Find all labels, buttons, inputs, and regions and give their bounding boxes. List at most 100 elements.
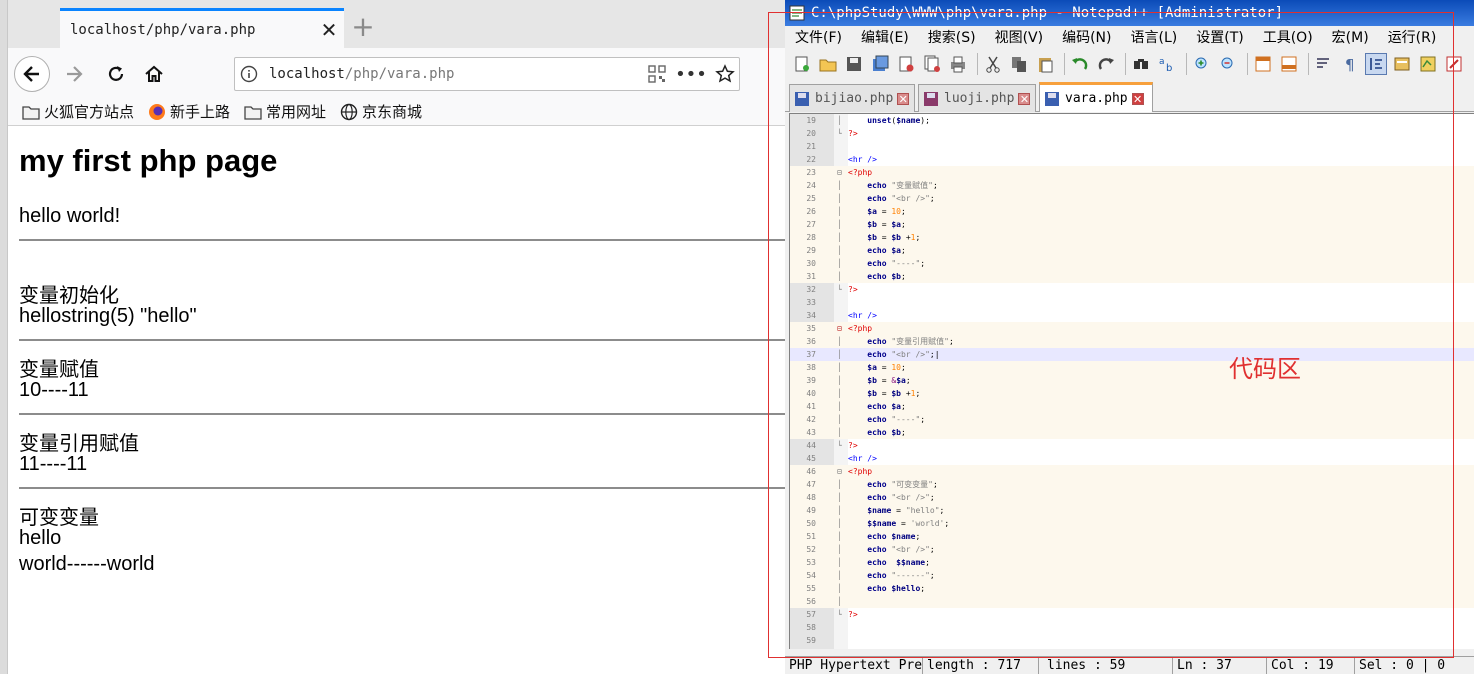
toolbar-separator — [1308, 53, 1309, 75]
bookmark-star-icon[interactable] — [711, 60, 739, 88]
new-tab-icon[interactable]: + — [350, 12, 376, 42]
reload-button[interactable] — [98, 56, 134, 92]
sync-vertical-icon[interactable] — [1252, 53, 1274, 75]
print-icon[interactable] — [947, 53, 969, 75]
divider — [19, 487, 785, 489]
page-heading: my first php page — [19, 143, 278, 178]
menu-encoding[interactable]: 编码(N) — [1062, 27, 1111, 47]
section-value: 10----11 — [19, 379, 89, 401]
tab-close-icon[interactable]: ✕ — [314, 18, 344, 42]
menu-search[interactable]: 搜索(S) — [928, 27, 976, 47]
undo-icon[interactable] — [1069, 53, 1091, 75]
doc-map-icon[interactable] — [1417, 53, 1439, 75]
menu-bar: 文件(F) 编辑(E) 搜索(S) 视图(V) 编码(N) 语言(L) 设置(T… — [785, 26, 1474, 48]
notepadpp-app-icon — [789, 5, 805, 21]
saved-file-icon — [795, 91, 809, 106]
find-icon[interactable] — [1130, 53, 1152, 75]
replace-icon[interactable]: ab — [1156, 53, 1178, 75]
file-tab[interactable]: bijiao.php ✕ — [789, 84, 915, 112]
zoom-in-icon[interactable] — [1191, 53, 1213, 75]
bookmark-item[interactable]: 常用网址 — [244, 101, 326, 122]
indent-guide-icon[interactable] — [1365, 53, 1387, 75]
window-title: C:\phpStudy\WWW\php\vara.php - Notepad++… — [811, 5, 1284, 21]
cut-icon[interactable] — [982, 53, 1004, 75]
address-bar[interactable]: localhost/php/vara.php ••• — [234, 57, 740, 91]
paste-icon[interactable] — [1034, 53, 1056, 75]
status-column: Col : 19 — [1267, 656, 1355, 674]
home-button[interactable] — [136, 56, 172, 92]
tab-close-icon[interactable]: ✕ — [897, 92, 910, 105]
bookmark-item[interactable]: 京东商城 — [340, 101, 422, 122]
bookmarks-toolbar: 火狐官方站点 新手上路 常用网址 京东商城 — [8, 98, 785, 126]
menu-run[interactable]: 运行(R) — [1388, 27, 1437, 47]
word-wrap-icon[interactable] — [1313, 53, 1335, 75]
menu-view[interactable]: 视图(V) — [995, 27, 1044, 47]
divider — [19, 239, 785, 241]
notepadpp-window: C:\phpStudy\WWW\php\vara.php - Notepad++… — [785, 0, 1474, 674]
info-icon[interactable] — [235, 60, 263, 88]
qr-code-icon[interactable] — [643, 60, 671, 88]
section-title: 变量赋值 — [19, 359, 99, 381]
code-editor[interactable]: 19 │ unset($name); 20 └ ?> 21 22 <hr /> 23 ⊟ <… — [789, 113, 1474, 649]
firefox-icon — [149, 103, 166, 120]
copy-icon[interactable] — [1008, 53, 1030, 75]
toolbar-separator — [1125, 53, 1126, 75]
show-all-chars-icon[interactable]: ¶ — [1339, 53, 1361, 75]
bookmark-item[interactable]: 火狐官方站点 — [22, 101, 134, 122]
menu-edit[interactable]: 编辑(E) — [861, 27, 909, 47]
section-title: 变量初始化 — [19, 285, 119, 307]
close-all-icon[interactable] — [921, 53, 943, 75]
hello-text: hello world! — [19, 205, 121, 227]
status-language: PHP Hypertext Preprocessor file — [785, 656, 923, 674]
menu-macro[interactable]: 宏(M) — [1332, 27, 1369, 47]
saved-file-icon — [1045, 91, 1059, 106]
svg-text:¶: ¶ — [1345, 56, 1355, 73]
toolbar-separator — [1247, 53, 1248, 75]
browser-window: localhost/php/vara.php ✕ + localhost/php… — [0, 0, 785, 674]
tab-title: localhost/php/vara.php — [70, 21, 256, 38]
menu-file[interactable]: 文件(F) — [795, 27, 842, 47]
svg-text:b: b — [1166, 63, 1172, 73]
macro-record-icon[interactable] — [1443, 53, 1465, 75]
divider — [19, 413, 785, 415]
save-all-icon[interactable] — [869, 53, 891, 75]
bookmark-item[interactable]: 新手上路 — [148, 101, 230, 122]
navigation-bar: localhost/php/vara.php ••• — [8, 48, 785, 98]
toolbar: ab ¶ — [785, 48, 1474, 80]
status-selection: Sel : 0 | 0 — [1359, 657, 1446, 673]
section-value: world------world — [19, 553, 155, 575]
url-text[interactable]: localhost/php/vara.php — [269, 66, 643, 82]
forward-button[interactable] — [56, 56, 92, 92]
zoom-out-icon[interactable] — [1217, 53, 1239, 75]
folder-icon — [22, 105, 40, 120]
more-actions-icon[interactable]: ••• — [671, 60, 711, 88]
code-area-label: 代码区 — [1229, 355, 1301, 383]
open-file-icon[interactable] — [817, 53, 839, 75]
sync-horizontal-icon[interactable] — [1278, 53, 1300, 75]
back-arrow-icon — [23, 66, 39, 82]
tab-close-icon[interactable]: ✕ — [1018, 92, 1031, 105]
redo-icon[interactable] — [1095, 53, 1117, 75]
menu-tools[interactable]: 工具(O) — [1263, 27, 1313, 47]
toolbar-separator — [1064, 53, 1065, 75]
save-icon[interactable] — [843, 53, 865, 75]
svg-text:a: a — [1159, 57, 1165, 67]
toolbar-separator — [1186, 53, 1187, 75]
tab-close-icon[interactable]: ✕ — [1131, 92, 1144, 105]
title-bar: C:\phpStudy\WWW\php\vara.php - Notepad++… — [785, 0, 1474, 26]
language-icon[interactable] — [1391, 53, 1413, 75]
section-title: 变量引用赋值 — [19, 433, 139, 455]
close-file-icon[interactable] — [895, 53, 917, 75]
browser-tab[interactable]: localhost/php/vara.php ✕ — [60, 8, 344, 48]
divider — [19, 339, 785, 341]
section-value: 11----11 — [19, 453, 88, 475]
file-tab-active[interactable]: vara.php ✕ — [1039, 82, 1153, 112]
menu-settings[interactable]: 设置(T) — [1196, 27, 1243, 47]
new-file-icon[interactable] — [791, 53, 813, 75]
reload-icon — [108, 66, 124, 81]
menu-language[interactable]: 语言(L) — [1131, 27, 1178, 47]
back-button[interactable] — [14, 56, 50, 92]
section-value: hello — [19, 527, 62, 549]
status-bar: PHP Hypertext Preprocessor file length :… — [785, 656, 1474, 674]
file-tab[interactable]: luoji.php ✕ — [918, 84, 1036, 112]
